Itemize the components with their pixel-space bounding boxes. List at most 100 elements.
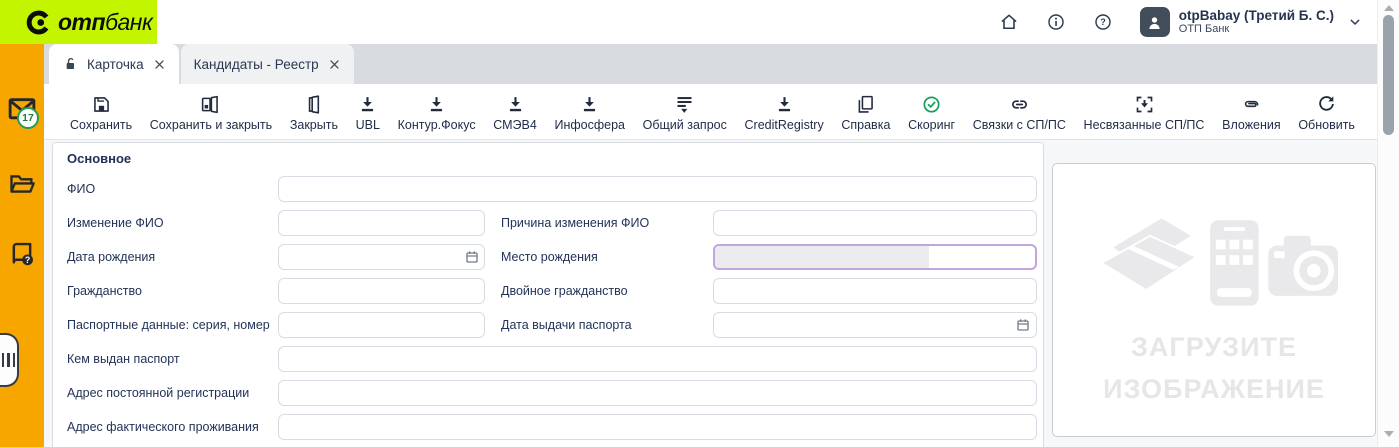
scanner-icon	[1102, 218, 1197, 290]
mail-badge: 17	[17, 107, 39, 129]
creditregistry-button[interactable]: CreditRegistry	[745, 94, 824, 132]
app-window: отпбанк otpBabay (Третий Б. С.) ОТП Банк…	[0, 0, 1399, 447]
save-button[interactable]: Сохранить	[70, 94, 132, 132]
left-sidebar: 17	[0, 44, 44, 447]
save-close-icon	[200, 94, 221, 115]
form-row: Изменение ФИО Причина изменения ФИО	[67, 210, 1038, 236]
paperclip-icon	[1241, 94, 1262, 115]
scroll-down-icon[interactable]	[1384, 431, 1394, 437]
folder-open-icon[interactable]	[8, 170, 36, 198]
otp-logo-icon	[25, 9, 52, 36]
badge-check-icon	[921, 94, 942, 115]
user-name: otpBabay (Третий Б. С.)	[1179, 8, 1334, 24]
kontur-focus-button[interactable]: Контур.Фокус	[398, 94, 476, 132]
birth-date-input[interactable]	[278, 244, 485, 270]
form-row: Кем выдан паспорт	[67, 346, 1038, 372]
door-icon	[303, 94, 324, 115]
citizenship-label: Гражданство	[67, 284, 142, 298]
tab-label: Кандидаты - Реестр	[194, 57, 319, 72]
form-row: Адрес фактического проживания	[67, 414, 1038, 440]
copy-icon	[855, 94, 876, 115]
close-icon[interactable]	[328, 58, 341, 71]
dual-citizenship-input[interactable]	[713, 278, 1037, 304]
download-icon	[774, 94, 795, 115]
info-icon[interactable]	[1046, 12, 1066, 32]
form-row: ФИО	[67, 176, 1038, 202]
link-icon	[1009, 94, 1030, 115]
vertical-scrollbar	[1377, 0, 1399, 447]
tab-label: Карточка	[87, 57, 144, 72]
scroll-up-icon[interactable]	[1384, 5, 1394, 11]
close-icon[interactable]	[153, 58, 166, 71]
form-row: Паспортные данные: серия, номер Дата выд…	[67, 312, 1038, 338]
passport-issued-by-input[interactable]	[278, 346, 1037, 372]
upload-hint-line1: ЗАГРУЗИТЕ	[1131, 334, 1297, 361]
upload-devices-illustration	[1088, 202, 1340, 320]
input-selection-fill	[715, 246, 929, 268]
fio-change-label: Изменение ФИО	[67, 216, 164, 230]
fio-change-reason-label: Причина изменения ФИО	[501, 216, 649, 230]
avatar	[1140, 7, 1170, 37]
dual-citizenship-label: Двойное гражданство	[501, 284, 628, 298]
scoring-button[interactable]: Скоринг	[908, 94, 955, 132]
brand-prefix: отп	[58, 9, 105, 35]
smev4-button[interactable]: СМЭВ4	[493, 94, 537, 132]
save-close-button[interactable]: Сохранить и закрыть	[150, 94, 272, 132]
passport-data-input[interactable]	[278, 312, 485, 338]
list-download-icon	[674, 94, 695, 115]
section-title: Основное	[67, 151, 131, 166]
attachments-button[interactable]: Вложения	[1222, 94, 1281, 132]
user-info: otpBabay (Третий Б. С.) ОТП Банк	[1179, 8, 1334, 36]
scrollbar-thumb[interactable]	[1383, 15, 1394, 135]
fio-change-input[interactable]	[278, 210, 485, 236]
reg-address-label: Адрес постоянной регистрации	[67, 386, 249, 400]
user-icon	[1145, 13, 1164, 32]
ubl-button[interactable]: UBL	[356, 94, 380, 132]
otp-bank-logo: отпбанк	[0, 0, 157, 44]
top-header: отпбанк otpBabay (Третий Б. С.) ОТП Банк	[0, 0, 1399, 44]
infosfera-button[interactable]: Инфосфера	[554, 94, 625, 132]
actual-address-label: Адрес фактического проживания	[67, 420, 259, 434]
help-icon[interactable]	[1093, 12, 1113, 32]
image-upload-dropzone[interactable]: ЗАГРУЗИТЕ ИЗОБРАЖЕНИЕ	[1052, 163, 1376, 437]
main-form-panel: Основное ФИО Изменение ФИО Причина измен…	[52, 142, 1044, 447]
tab-candidates-registry[interactable]: Кандидаты - Реестр	[181, 44, 354, 84]
birth-date-label: Дата рождения	[67, 250, 155, 264]
tab-bar: Карточка Кандидаты - Реестр	[44, 44, 1377, 84]
refresh-button[interactable]: Обновить	[1298, 94, 1355, 132]
user-org: ОТП Банк	[1179, 23, 1334, 36]
unlinked-spps-button[interactable]: Несвязанные СП/ПС	[1084, 94, 1205, 132]
brand-suffix: банк	[105, 9, 152, 35]
download-icon	[579, 94, 600, 115]
chevron-down-icon	[1347, 14, 1363, 30]
passport-issued-by-label: Кем выдан паспорт	[67, 352, 180, 366]
tab-card[interactable]: Карточка	[49, 44, 179, 84]
download-icon	[357, 94, 378, 115]
home-icon[interactable]	[999, 12, 1019, 32]
passport-issue-date-input[interactable]	[713, 312, 1037, 338]
form-row: Гражданство Двойное гражданство	[67, 278, 1038, 304]
reg-address-input[interactable]	[278, 380, 1037, 406]
fio-change-reason-input[interactable]	[713, 210, 1037, 236]
panel-handle-icon[interactable]	[0, 333, 19, 387]
user-menu[interactable]: otpBabay (Третий Б. С.) ОТП Банк	[1140, 7, 1363, 37]
fio-label: ФИО	[67, 182, 95, 196]
common-request-button[interactable]: Общий запрос	[643, 94, 727, 132]
calendar-icon[interactable]	[464, 249, 480, 265]
citizenship-input[interactable]	[278, 278, 485, 304]
birth-place-input[interactable]	[713, 244, 1037, 270]
header-actions: otpBabay (Третий Б. С.) ОТП Банк	[999, 0, 1363, 44]
passport-data-label: Паспортные данные: серия, номер	[67, 318, 270, 332]
reference-button[interactable]: Справка	[841, 94, 890, 132]
form-row: Адрес постоянной регистрации	[67, 380, 1038, 406]
phone-icon	[1210, 220, 1258, 305]
birth-place-label: Место рождения	[501, 250, 598, 264]
links-spps-button[interactable]: Связки с СП/ПС	[973, 94, 1066, 132]
fio-input[interactable]	[278, 176, 1037, 202]
book-help-icon[interactable]	[8, 240, 36, 268]
close-button[interactable]: Закрыть	[290, 94, 338, 132]
calendar-icon[interactable]	[1015, 317, 1031, 333]
actual-address-input[interactable]	[278, 414, 1037, 440]
camera-icon	[1268, 236, 1338, 296]
box-download-icon	[1134, 94, 1155, 115]
